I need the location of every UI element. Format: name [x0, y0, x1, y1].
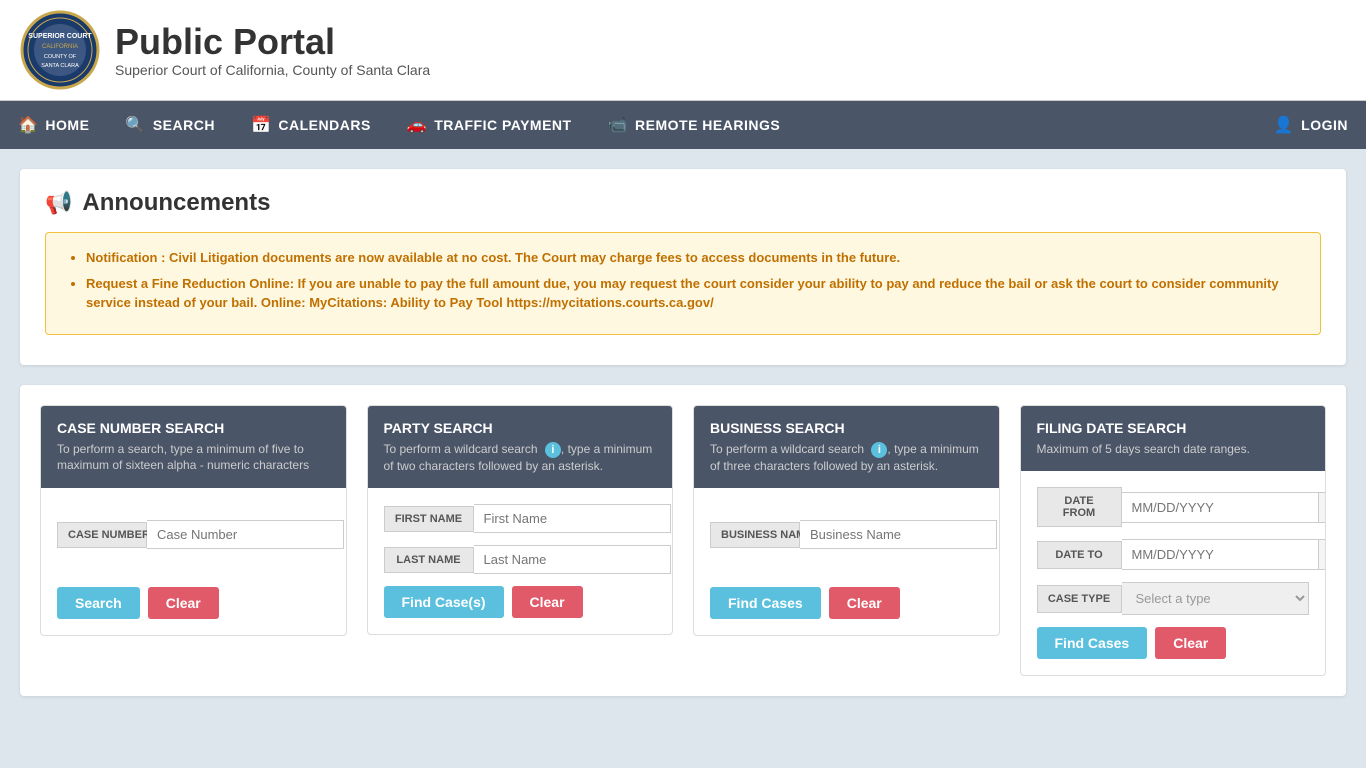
search-icon: 🔍	[125, 115, 145, 135]
date-to-row: DATE TO 📅	[1037, 539, 1310, 570]
party-search-btn-row: Find Case(s) Clear	[384, 586, 657, 618]
case-number-input[interactable]	[147, 520, 344, 549]
business-name-input[interactable]	[800, 520, 997, 549]
case-number-header: CASE NUMBER SEARCH To perform a search, …	[41, 406, 346, 489]
case-number-title: CASE NUMBER SEARCH	[57, 420, 330, 436]
filing-date-desc: Maximum of 5 days search date ranges.	[1037, 441, 1310, 458]
filing-date-clear-button[interactable]: Clear	[1155, 627, 1226, 659]
case-number-desc: To perform a search, type a minimum of f…	[57, 441, 330, 475]
case-type-label: CASE TYPE	[1037, 585, 1122, 613]
nav-calendars[interactable]: 📅 CALENDARS	[233, 101, 389, 149]
announcements-card: 📢 Announcements Notification : Civil Lit…	[20, 169, 1346, 365]
business-search-header: BUSINESS SEARCH To perform a wildcard se…	[694, 406, 999, 489]
filing-date-find-button[interactable]: Find Cases	[1037, 627, 1148, 659]
business-clear-button[interactable]: Clear	[829, 587, 900, 619]
business-search-body: BUSINESS NAME Find Cases Clear	[694, 488, 999, 635]
car-icon: 🚗	[407, 115, 427, 135]
svg-text:SUPERIOR COURT: SUPERIOR COURT	[28, 33, 92, 40]
page-header: SUPERIOR COURT CALIFORNIA COUNTY OF SANT…	[0, 0, 1366, 101]
site-title: Public Portal	[115, 22, 430, 62]
business-find-cases-button[interactable]: Find Cases	[710, 587, 821, 619]
filing-date-body: DATE FROM 📅 DATE TO 📅 CASE TYPE Select a…	[1021, 471, 1326, 675]
case-number-clear-button[interactable]: Clear	[148, 587, 219, 619]
business-search-desc: To perform a wildcard search i, type a m…	[710, 441, 983, 475]
case-number-btn-row: Search Clear	[57, 587, 330, 619]
user-icon: 👤	[1274, 115, 1294, 135]
party-search-body: FIRST NAME LAST NAME Find Case(s) Clear	[368, 488, 673, 634]
main-content: 📢 Announcements Notification : Civil Lit…	[0, 149, 1366, 716]
nav-login[interactable]: 👤 LOGIN	[1256, 101, 1366, 149]
main-nav: 🏠 HOME 🔍 SEARCH 📅 CALENDARS 🚗 TRAFFIC PA…	[0, 101, 1366, 149]
business-search-panel: BUSINESS SEARCH To perform a wildcard se…	[693, 405, 1000, 637]
search-panels: CASE NUMBER SEARCH To perform a search, …	[20, 385, 1346, 697]
case-number-panel: CASE NUMBER SEARCH To perform a search, …	[40, 405, 347, 637]
business-name-label: BUSINESS NAME	[710, 522, 800, 548]
case-number-search-button[interactable]: Search	[57, 587, 140, 619]
date-from-label: DATE FROM	[1037, 487, 1122, 527]
court-logo: SUPERIOR COURT CALIFORNIA COUNTY OF SANT…	[20, 10, 100, 90]
last-name-field-row: LAST NAME	[384, 545, 657, 574]
business-search-btn-row: Find Cases Clear	[710, 587, 983, 619]
home-icon: 🏠	[18, 115, 38, 135]
nav-search[interactable]: 🔍 SEARCH	[107, 101, 233, 149]
last-name-input[interactable]	[474, 545, 671, 574]
party-search-title: PARTY SEARCH	[384, 420, 657, 436]
date-to-input[interactable]	[1122, 539, 1319, 570]
svg-text:COUNTY OF: COUNTY OF	[44, 54, 77, 60]
header-title-block: Public Portal Superior Court of Californ…	[115, 22, 430, 78]
case-type-row: CASE TYPE Select a type	[1037, 582, 1310, 615]
party-search-desc: To perform a wildcard search i, type a m…	[384, 441, 657, 475]
svg-text:SANTA CLARA: SANTA CLARA	[41, 63, 79, 69]
announcements-box: Notification : Civil Litigation document…	[45, 232, 1321, 335]
filing-date-panel: FILING DATE SEARCH Maximum of 5 days sea…	[1020, 405, 1327, 677]
party-wildcard-info-icon[interactable]: i	[545, 442, 561, 458]
date-from-row: DATE FROM 📅	[1037, 487, 1310, 527]
nav-home[interactable]: 🏠 HOME	[0, 101, 107, 149]
filing-date-btn-row: Find Cases Clear	[1037, 627, 1310, 659]
date-to-calendar-icon[interactable]: 📅	[1319, 539, 1327, 570]
case-type-select[interactable]: Select a type	[1122, 582, 1310, 615]
date-to-label: DATE TO	[1037, 541, 1122, 569]
announcement-item-1: Notification : Civil Litigation document…	[86, 248, 1300, 268]
date-from-calendar-icon[interactable]: 📅	[1319, 492, 1327, 523]
party-clear-button[interactable]: Clear	[512, 586, 583, 618]
video-icon: 📹	[608, 115, 628, 135]
date-from-input[interactable]	[1122, 492, 1319, 523]
nav-remote-hearings[interactable]: 📹 REMOTE HEARINGS	[590, 101, 799, 149]
case-number-label: CASE NUMBER	[57, 522, 147, 548]
first-name-field-row: FIRST NAME	[384, 504, 657, 533]
svg-text:CALIFORNIA: CALIFORNIA	[42, 44, 78, 50]
party-search-header: PARTY SEARCH To perform a wildcard searc…	[368, 406, 673, 489]
filing-date-title: FILING DATE SEARCH	[1037, 420, 1310, 436]
announcement-item-2: Request a Fine Reduction Online: If you …	[86, 274, 1300, 313]
case-number-body: CASE NUMBER Search Clear	[41, 488, 346, 635]
megaphone-icon: 📢	[45, 190, 72, 216]
filing-date-header: FILING DATE SEARCH Maximum of 5 days sea…	[1021, 406, 1326, 472]
business-search-title: BUSINESS SEARCH	[710, 420, 983, 436]
business-name-field-row: BUSINESS NAME	[710, 520, 983, 549]
business-wildcard-info-icon[interactable]: i	[871, 442, 887, 458]
nav-traffic-payment[interactable]: 🚗 TRAFFIC PAYMENT	[389, 101, 590, 149]
first-name-label: FIRST NAME	[384, 506, 474, 532]
case-number-field-row: CASE NUMBER	[57, 520, 330, 549]
calendar-icon: 📅	[251, 115, 271, 135]
first-name-input[interactable]	[474, 504, 671, 533]
announcements-title: 📢 Announcements	[45, 189, 1321, 217]
party-search-panel: PARTY SEARCH To perform a wildcard searc…	[367, 405, 674, 636]
announcements-list: Notification : Civil Litigation document…	[66, 248, 1300, 313]
last-name-label: LAST NAME	[384, 547, 474, 573]
party-find-cases-button[interactable]: Find Case(s)	[384, 586, 504, 618]
site-subtitle: Superior Court of California, County of …	[115, 62, 430, 78]
